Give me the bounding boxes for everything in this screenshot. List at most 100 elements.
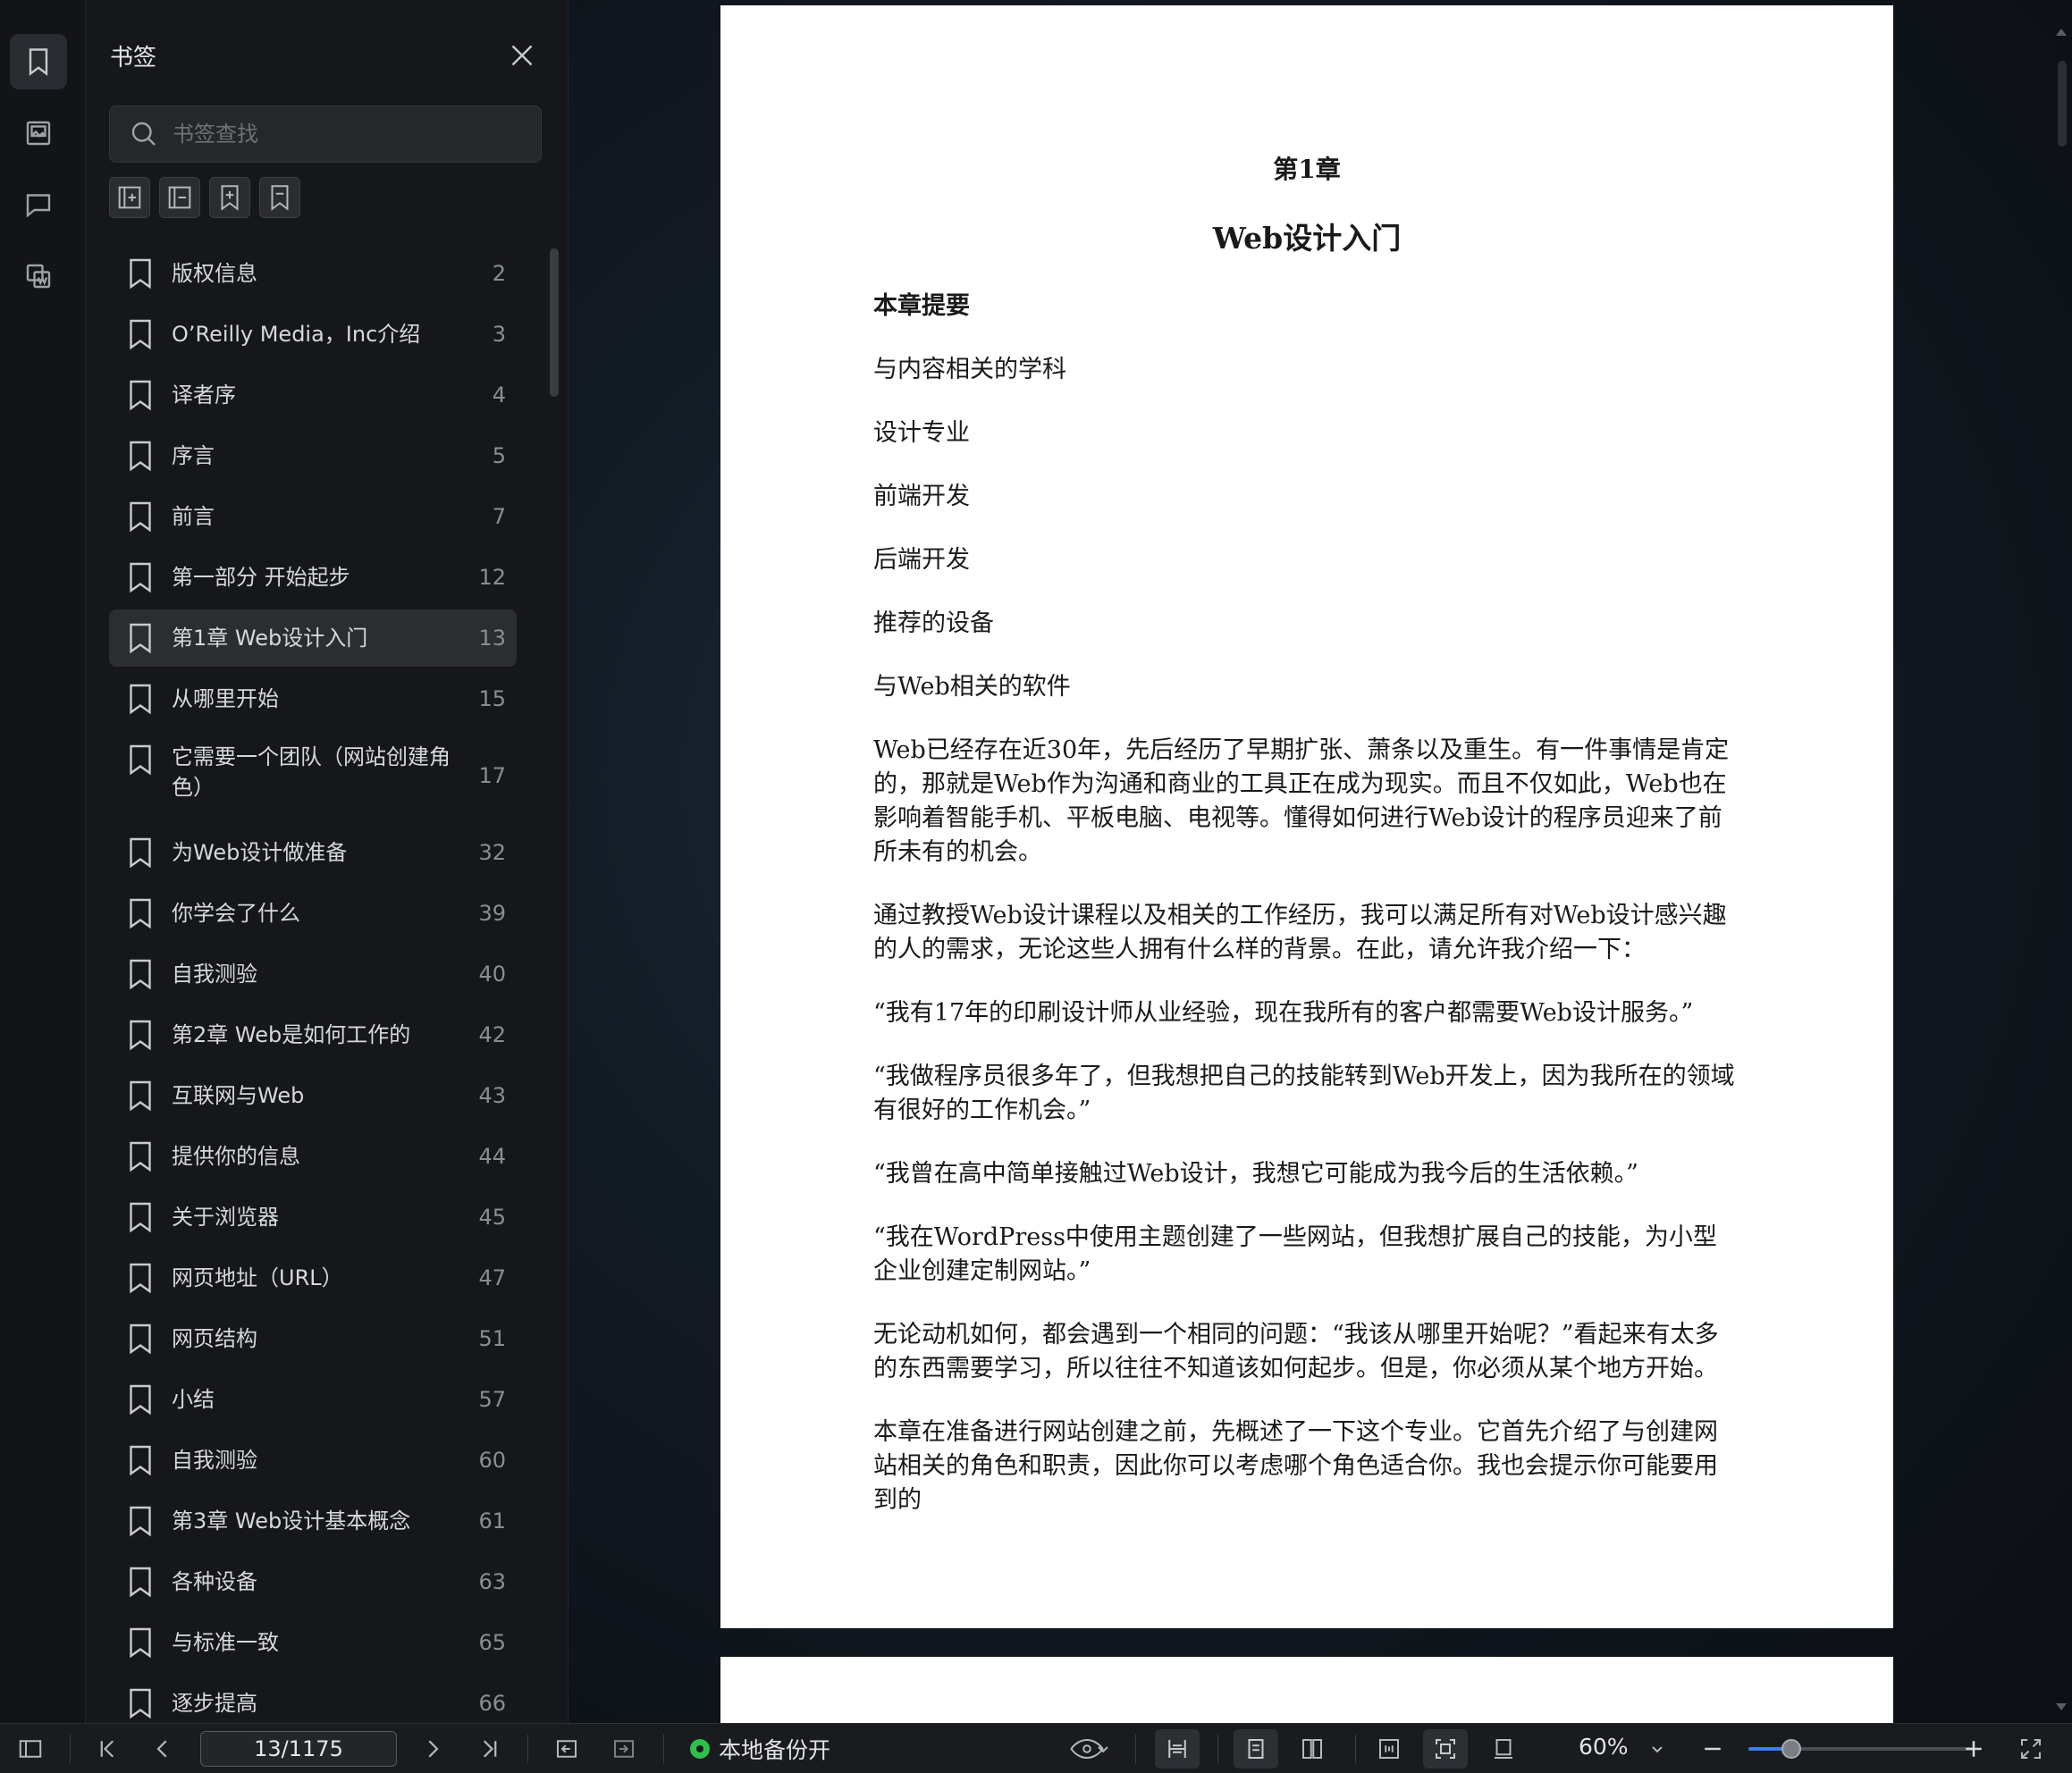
bookmark-page-number: 47 [478,1265,506,1290]
document-page: 第1章 Web设计入门 本章提要 与内容相关的学科 设计专业 前端开发 后端开发 推荐的设… [720,5,1893,1628]
bookmark-item[interactable]: 前言 7 [109,488,517,545]
search-icon [131,122,156,146]
bookmark-item[interactable]: 自我测验 40 [109,945,517,1003]
first-page-button[interactable] [89,1731,125,1767]
zoom-slider[interactable] [1748,1739,1974,1759]
bookmark-item[interactable]: 提供你的信息 44 [109,1128,517,1185]
bookmark-item[interactable]: 网页地址（URL） 47 [109,1249,517,1307]
paragraph: “我曾在高中简单接触过Web设计，我想它可能成为我今后的生活依赖。” [873,1160,1638,1188]
chapter-number: 第1章 [1273,155,1341,184]
bookmark-icon [130,1506,151,1537]
bookmark-item[interactable]: 序言 5 [109,427,517,484]
attachment-panel-icon[interactable] [10,248,67,304]
bookmark-item[interactable]: 小结 57 [109,1371,517,1428]
bookmark-item[interactable]: 为Web设计做准备 32 [109,824,517,881]
bookmark-icon [130,1141,151,1172]
collapse-all-icon [168,186,191,209]
bookmark-item[interactable]: 各种设备 63 [109,1553,517,1610]
bookmark-icon [130,1020,151,1051]
bookmark-page-number: 57 [478,1387,506,1412]
go-forward-button[interactable] [606,1731,642,1767]
bookmark-item[interactable]: 第1章 Web设计入门 13 [109,609,517,667]
scroll-down-arrow[interactable] [2056,1703,2067,1710]
previous-page-button[interactable] [145,1731,181,1767]
bookmark-icon [130,1384,151,1416]
bookmark-item[interactable]: 与标准一致 65 [109,1614,517,1671]
fit-page-icon [1436,1739,1455,1759]
fit-width-button[interactable] [1155,1729,1200,1769]
zoom-in-button[interactable] [1956,1731,1992,1767]
next-page-button[interactable] [415,1731,451,1767]
comment-panel-icon[interactable] [10,177,67,232]
single-page-button[interactable] [1234,1729,1278,1769]
bookmark-label: 逐步提高 [172,1691,257,1716]
bookmark-item[interactable]: 互联网与Web 43 [109,1067,517,1124]
page-number-input[interactable] [200,1731,397,1767]
bookmark-label: 自我测验 [172,962,257,987]
zoom-level[interactable]: 60% [1579,1734,1629,1760]
bookmark-item[interactable]: 第一部分 开始起步 12 [109,549,517,606]
bookmark-page-number: 32 [478,840,506,865]
rotate-page-button[interactable] [1486,1731,1521,1767]
go-back-button[interactable] [549,1731,585,1767]
bookmark-page-number: 13 [478,626,506,651]
document-viewport[interactable]: 第1章 Web设计入门 本章提要 与内容相关的学科 设计专业 前端开发 后端开发 推荐的设… [569,0,2072,1723]
paragraph: 后端开发 [873,546,970,574]
bookmark-label: 第3章 Web设计基本概念 [172,1508,411,1534]
chevron-down-icon[interactable] [1092,1731,1114,1767]
bookmark-label: 序言 [172,443,215,468]
bookmark-icon [130,959,151,990]
next-page [720,1657,1893,1723]
bookmark-item[interactable]: 译者序 4 [109,366,517,424]
bookmark-label: 第2章 Web是如何工作的 [172,1022,411,1047]
bookmark-item[interactable]: 关于浏览器 45 [109,1189,517,1246]
collapse-all-button[interactable] [159,177,200,218]
bookmark-item[interactable]: 第3章 Web设计基本概念 61 [109,1492,517,1550]
bookmark-label: 版权信息 [172,261,257,286]
bookmark-item[interactable]: 网页结构 51 [109,1310,517,1367]
bookmark-item[interactable]: 第2章 Web是如何工作的 42 [109,1006,517,1063]
bookmark-page-number: 44 [478,1144,506,1169]
last-page-button[interactable] [472,1731,508,1767]
zoom-slider-knob[interactable] [1781,1739,1801,1759]
back-arrow-icon [557,1740,577,1758]
close-icon[interactable] [506,39,538,71]
document-scrollbar[interactable] [2058,61,2067,147]
bookmark-item[interactable]: 你学会了什么 39 [109,885,517,942]
panel-scrollbar[interactable] [550,248,559,397]
paragraph: 无论动机如何，都会遇到一个相同的问题：“我该从哪里开始呢？”看起来有太多的东西需… [873,1321,1719,1382]
bookmark-label: 网页结构 [172,1326,257,1351]
bookmark-item[interactable]: 从哪里开始 15 [109,670,517,727]
fit-page-button[interactable] [1423,1729,1468,1769]
fullscreen-button[interactable] [2013,1731,2049,1767]
bookmark-page-number: 5 [492,443,506,468]
search-input[interactable] [173,122,512,147]
bookmark-panel-icon[interactable] [10,34,67,89]
bookmark-item[interactable]: 自我测验 60 [109,1432,517,1489]
zoom-dropdown-chevron-icon[interactable] [1647,1731,1668,1767]
actual-size-button[interactable] [1371,1731,1407,1767]
bookmark-item[interactable]: 版权信息 2 [109,245,517,302]
bookmark-item[interactable]: O’Reilly Media，Inc介绍 3 [109,306,517,363]
toggle-sidebar-button[interactable] [13,1731,48,1767]
two-page-button[interactable] [1294,1731,1330,1767]
bookmark-page-number: 61 [478,1508,506,1534]
thumbnail-panel-icon[interactable] [10,105,67,161]
paragraph: “我做程序员很多年了，但我想把自己的技能转到Web开发上，因为我所在的领域有很好… [873,1063,1735,1124]
zoom-out-button[interactable] [1695,1731,1731,1767]
bookmark-label: 从哪里开始 [172,686,279,711]
scroll-up-arrow[interactable] [2056,29,2067,36]
bookmark-search[interactable] [109,105,542,163]
bookmark-item[interactable]: 它需要一个团队（网站创建角色） 17 [109,731,517,820]
expand-all-button[interactable] [109,177,150,218]
add-bookmark-button[interactable] [209,177,250,218]
bookmark-label: 为Web设计做准备 [172,840,348,865]
local-backup-status[interactable]: 本地备份开 [690,1733,830,1765]
paragraph: 推荐的设备 [873,609,994,637]
bookmark-page-number: 65 [478,1630,506,1655]
bookmark-label: 前言 [172,504,215,529]
bookmark-icon [130,1445,151,1476]
remove-bookmark-button[interactable] [259,177,300,218]
bookmark-icon [130,623,151,654]
bookmark-icon [130,1688,151,1719]
